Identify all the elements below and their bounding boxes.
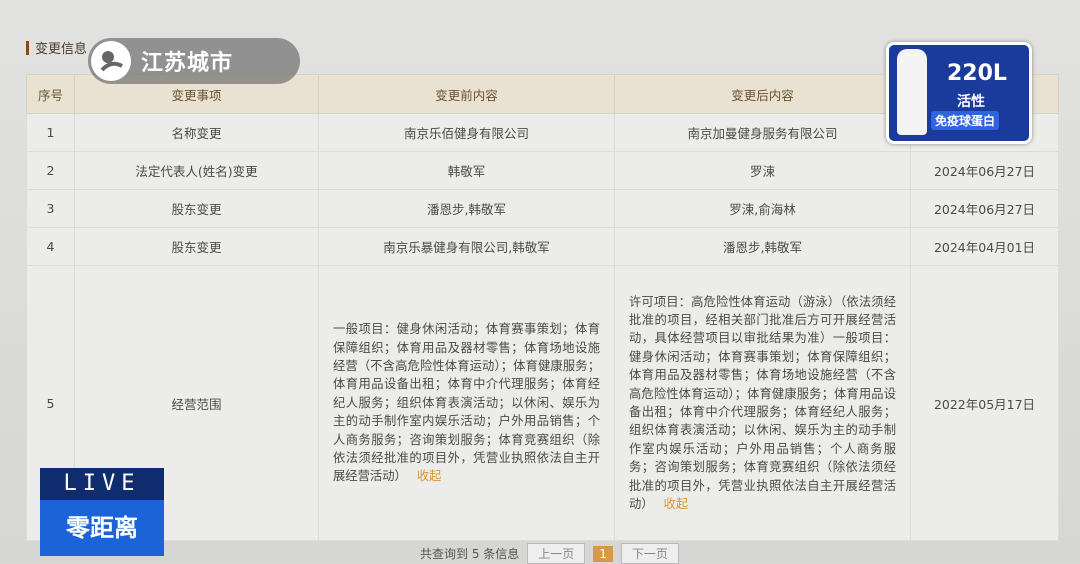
cell-item: 股东变更 [74, 189, 319, 228]
cell-after: 南京加曼健身服务有限公司 [614, 113, 911, 152]
live-label: LIVE [40, 468, 164, 500]
current-page-button[interactable]: 1 [593, 545, 613, 562]
cell-before: 南京乐佰健身有限公司 [318, 113, 615, 152]
cell-after: 罗涑 [614, 151, 911, 190]
section-title: 变更信息 [26, 38, 87, 57]
cell-before: 南京乐暴健身有限公司,韩敬军 [318, 227, 615, 266]
channel-logo-icon [91, 41, 131, 81]
live-badge: LIVE 零距离 [40, 468, 164, 556]
cell-no: 2 [26, 151, 75, 190]
collapse-link[interactable]: 收起 [664, 497, 689, 511]
program-logo: 零距离 [40, 500, 164, 556]
scope-before-text: 一般项目：健身休闲活动；体育赛事策划；体育保障组织；体育用品及器材零售；体育场地… [333, 322, 600, 484]
next-page-button[interactable]: 下一页 [620, 543, 679, 564]
ad-line3: 免疫球蛋白 [931, 111, 1000, 130]
cell-item: 法定代表人(姓名)变更 [74, 151, 319, 190]
cell-after: 罗涑,俞海林 [614, 189, 911, 228]
milk-bottle-icon [897, 49, 927, 135]
table-row: 5 经营范围 一般项目：健身休闲活动；体育赛事策划；体育保障组织；体育用品及器材… [26, 265, 1059, 541]
channel-logo: 江苏城市 [88, 38, 300, 84]
cell-date: 2024年04月01日 [910, 227, 1059, 266]
table-row: 4 股东变更 南京乐暴健身有限公司,韩敬军 潘恩步,韩敬军 2024年04月01… [26, 227, 1059, 266]
cell-date: 2022年05月17日 [910, 265, 1059, 541]
cell-item: 名称变更 [74, 113, 319, 152]
section-title-text: 变更信息 [35, 42, 88, 57]
channel-logo-text: 江苏城市 [141, 51, 234, 76]
scope-after-text: 许可项目：高危险性体育运动（游泳）（依法须经批准的项目，经相关部门批准后方可开展… [629, 294, 896, 512]
cell-no: 1 [26, 113, 75, 152]
cell-date: 2024年06月27日 [910, 151, 1059, 190]
cell-after-scope: 许可项目：高危险性体育运动（游泳）（依法须经批准的项目，经相关部门批准后方可开展… [614, 265, 911, 541]
pagination-summary: 共查询到 5 条信息 [420, 547, 520, 561]
prev-page-button[interactable]: 上一页 [527, 543, 586, 564]
table-row: 2 法定代表人(姓名)变更 韩敬军 罗涑 2024年06月27日 [26, 151, 1059, 190]
header-after: 变更后内容 [614, 74, 911, 114]
cell-before: 潘恩步,韩敬军 [318, 189, 615, 228]
title-marker [26, 40, 29, 55]
cell-no: 4 [26, 227, 75, 266]
cell-date: 2024年06月27日 [910, 189, 1059, 228]
header-before: 变更前内容 [318, 74, 615, 114]
header-no: 序号 [26, 74, 75, 114]
ad-line2: 活性 [957, 94, 985, 110]
change-records-table: 序号 变更事项 变更前内容 变更后内容 1 名称变更 南京乐佰健身有限公司 南京… [26, 74, 1059, 541]
ad-overlay: 220L 活性 免疫球蛋白 [886, 42, 1032, 144]
pagination: 共查询到 5 条信息 上一页 1 下一页 [420, 543, 679, 564]
table-row: 3 股东变更 潘恩步,韩敬军 罗涑,俞海林 2024年06月27日 [26, 189, 1059, 228]
cell-after: 潘恩步,韩敬军 [614, 227, 911, 266]
collapse-link[interactable]: 收起 [417, 469, 442, 483]
cell-before: 韩敬军 [318, 151, 615, 190]
ad-volume: 220L [947, 61, 1007, 86]
cell-before-scope: 一般项目：健身休闲活动；体育赛事策划；体育保障组织；体育用品及器材零售；体育场地… [318, 265, 615, 541]
cell-no: 3 [26, 189, 75, 228]
cell-item: 股东变更 [74, 227, 319, 266]
